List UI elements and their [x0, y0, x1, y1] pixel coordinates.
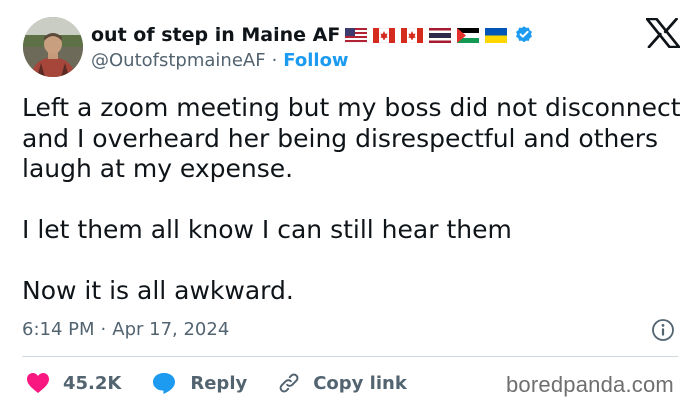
author-name-row: out of step in Maine AF — [91, 22, 534, 48]
copy-link-button[interactable]: Copy link — [277, 371, 407, 395]
post-time: 6:14 PM — [22, 318, 95, 340]
canada-flag-icon — [373, 27, 396, 43]
separator-dot: · — [271, 49, 278, 71]
display-name[interactable]: out of step in Maine AF — [91, 22, 340, 48]
x-logo-icon[interactable] — [645, 17, 681, 49]
flag-emojis — [345, 27, 508, 43]
thailand-flag-icon — [429, 27, 452, 43]
tweet-paragraph: I let them all know I can still hear the… — [22, 215, 512, 244]
link-icon — [279, 373, 299, 393]
tweet-paragraph: Left a zoom meeting but my boss did not … — [22, 93, 681, 183]
divider — [22, 356, 678, 357]
action-bar: 45.2K Reply Copy link — [26, 366, 407, 400]
separator-dot: · — [100, 318, 107, 340]
reply-bubble-icon — [153, 373, 176, 394]
copy-link-label: Copy link — [313, 372, 407, 394]
handle-row: @OutofstpmaineAF · Follow — [91, 48, 349, 72]
tweet-paragraph: Now it is all awkward. — [22, 276, 294, 305]
reply-button[interactable]: Reply — [151, 371, 247, 395]
follow-button[interactable]: Follow — [283, 50, 348, 71]
canada-flag-icon — [401, 27, 424, 43]
watermark: boredpanda.com — [506, 372, 674, 397]
post-date: Apr 17, 2024 — [112, 318, 230, 340]
timestamp[interactable]: 6:14 PM · Apr 17, 2024 — [22, 316, 229, 342]
heart-icon — [27, 373, 49, 393]
like-button[interactable]: 45.2K — [26, 372, 121, 394]
tweet-text: Left a zoom meeting but my boss did not … — [22, 93, 687, 307]
us-flag-icon — [345, 27, 368, 43]
palestine-flag-icon — [457, 27, 480, 43]
author-handle[interactable]: @OutofstpmaineAF — [91, 50, 266, 71]
reply-label: Reply — [190, 372, 248, 394]
avatar[interactable] — [23, 17, 83, 77]
verified-badge-icon — [516, 26, 533, 43]
like-count: 45.2K — [63, 372, 122, 394]
ukraine-flag-icon — [485, 27, 508, 43]
info-icon[interactable] — [651, 318, 675, 342]
